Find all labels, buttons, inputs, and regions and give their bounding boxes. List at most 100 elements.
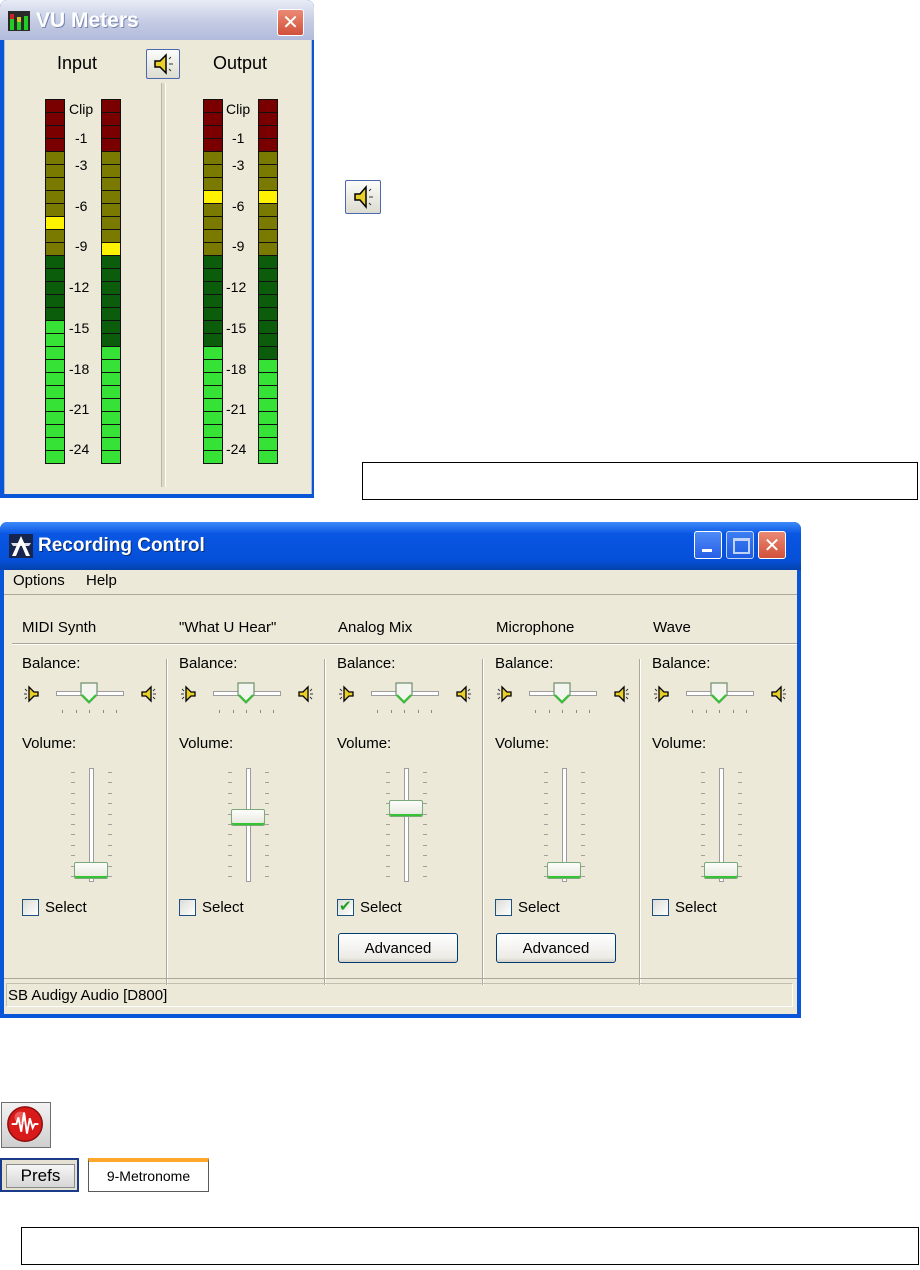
speaker-icon[interactable] [146, 49, 180, 79]
record-icon[interactable] [1, 1102, 51, 1148]
meter-segment [204, 152, 222, 165]
volume-tick [544, 844, 548, 846]
speaker-right-icon [455, 685, 473, 703]
volume-tick [71, 772, 75, 773]
volume-tick [108, 876, 112, 877]
meter-segment [259, 256, 277, 269]
balance-slider[interactable] [80, 682, 98, 704]
select-checkbox[interactable]: ✔ [337, 897, 354, 916]
volume-tick [386, 824, 390, 825]
meter-segment [259, 386, 277, 399]
volume-tick [108, 865, 112, 867]
volume-tick [701, 824, 705, 825]
maximize-button[interactable] [726, 531, 754, 559]
meter-segment [204, 256, 222, 269]
speaker-left-icon [337, 685, 355, 703]
volume-slider[interactable] [74, 862, 108, 879]
advanced-button[interactable]: Advanced [496, 933, 616, 963]
scale-label: -1 [75, 130, 88, 146]
meter-segment [259, 295, 277, 308]
volume-slider[interactable] [704, 862, 738, 879]
select-checkbox[interactable] [495, 899, 512, 916]
balance-tick [562, 710, 563, 713]
select-checkbox[interactable] [179, 899, 196, 916]
select-checkbox[interactable] [22, 899, 39, 916]
recording-control-window: Recording Control ✕ Options Help MIDI Sy… [0, 522, 801, 1018]
metronome-button[interactable]: 9-Metronome [88, 1158, 209, 1192]
volume-label: Volume: [495, 735, 550, 752]
balance-slider[interactable] [553, 682, 571, 704]
volume-tick [71, 813, 75, 815]
meter-segment [259, 425, 277, 438]
scale-label: -18 [226, 361, 247, 377]
volume-track [404, 768, 409, 882]
speaker-icon[interactable] [345, 180, 381, 214]
meter-segment [204, 321, 222, 334]
vu-meters-titlebar[interactable]: VU Meters ✕ [0, 0, 314, 40]
meter-segment [204, 204, 222, 217]
balance-slider[interactable] [710, 682, 728, 704]
status-bar: SB Audigy Audio [D800] [4, 978, 797, 1009]
prefs-button[interactable]: Prefs [0, 1158, 79, 1192]
volume-tick [71, 834, 75, 836]
volume-tick [71, 844, 75, 846]
channel-name: Microphone [496, 619, 575, 636]
volume-tick [423, 865, 427, 867]
volume-tick [386, 792, 390, 794]
meter-segment [204, 412, 222, 425]
balance-tick [273, 710, 274, 713]
volume-tick [228, 855, 232, 857]
channel-divider [166, 659, 168, 985]
meter-segment [204, 347, 222, 360]
volume-slider[interactable] [547, 862, 581, 879]
minimize-button[interactable] [694, 531, 722, 559]
status-text: SB Audigy Audio [D800] [8, 987, 168, 1004]
balance-tick [75, 710, 77, 713]
meter-segment [204, 100, 222, 113]
select-label: Select [360, 899, 402, 916]
output-left-meter [203, 99, 223, 464]
meter-segment [204, 178, 222, 191]
meter-segment [46, 451, 64, 464]
volume-tick [228, 772, 232, 773]
volume-slider[interactable] [389, 800, 423, 818]
meter-segment [46, 334, 64, 347]
channel-name: Wave [653, 619, 691, 636]
volume-tick [108, 792, 112, 794]
volume-slider[interactable] [231, 809, 265, 827]
meter-segment [46, 425, 64, 438]
meter-segment [46, 360, 64, 373]
scale-label: -15 [69, 320, 90, 336]
balance-label: Balance: [337, 655, 396, 672]
volume-tick [71, 824, 75, 825]
balance-slider[interactable] [395, 682, 413, 704]
select-checkbox[interactable] [652, 899, 669, 916]
select-label: Select [202, 899, 244, 916]
vu-meter-app-icon [8, 11, 30, 31]
meter-segment [46, 347, 64, 360]
speaker-left-icon [179, 685, 197, 703]
advanced-button[interactable]: Advanced [338, 933, 458, 963]
volume-tick [701, 772, 705, 773]
volume-tick [581, 876, 585, 877]
scale-label-clip: Clip [69, 101, 94, 117]
close-icon[interactable]: ✕ [758, 531, 786, 559]
volume-tick [71, 803, 75, 805]
scale-label: -3 [75, 157, 88, 173]
recording-control-titlebar[interactable]: Recording Control ✕ [0, 522, 801, 570]
channel-name: "What U Hear" [179, 619, 277, 636]
meter-segment [46, 243, 64, 256]
meter-segment [46, 126, 64, 139]
scale-label: -9 [75, 238, 88, 254]
volume-tick [228, 792, 232, 794]
volume-tick [386, 855, 390, 857]
menu-help[interactable]: Help [86, 572, 117, 589]
close-icon[interactable]: ✕ [277, 9, 304, 36]
balance-tick [390, 710, 392, 713]
volume-tick [544, 855, 548, 857]
volume-tick [701, 813, 705, 815]
volume-tick [738, 813, 742, 815]
volume-tick [423, 824, 427, 825]
balance-slider[interactable] [237, 682, 255, 704]
menu-options[interactable]: Options [13, 572, 65, 589]
